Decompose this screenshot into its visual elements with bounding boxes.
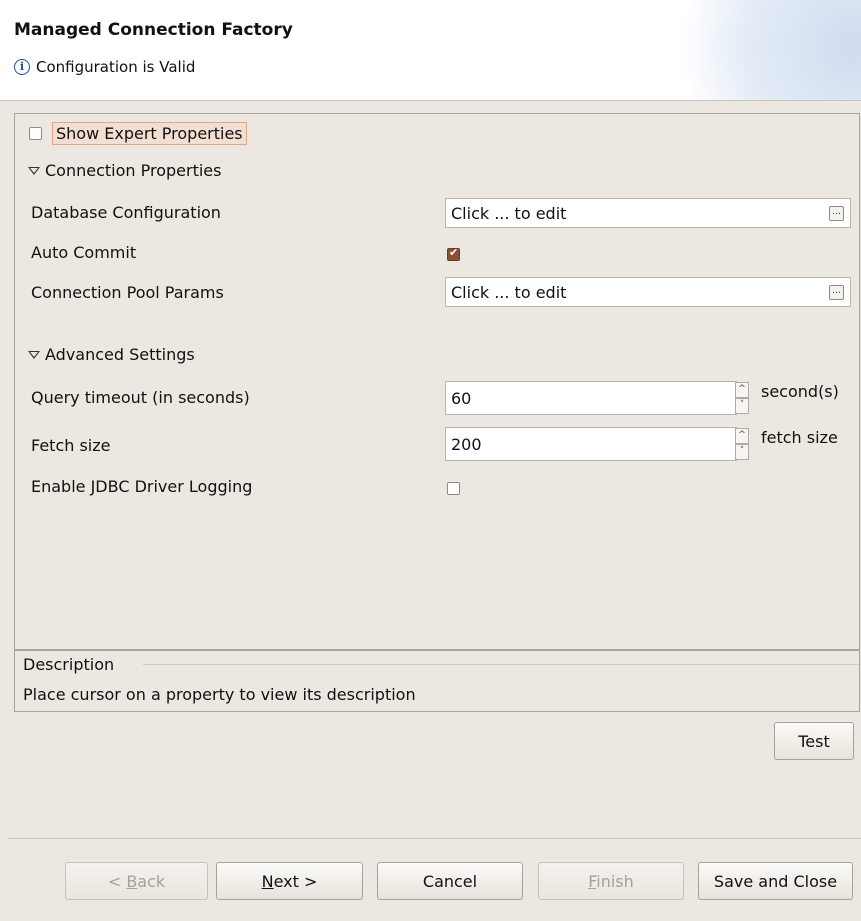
query-timeout-input[interactable]: 60 xyxy=(445,381,737,415)
section-label: Connection Properties xyxy=(45,161,222,180)
header-decoration xyxy=(671,0,861,100)
fetch-size-label: Fetch size xyxy=(31,436,111,455)
info-icon: i xyxy=(14,59,30,75)
finish-button[interactable]: Finish xyxy=(538,862,684,900)
test-button[interactable]: Test xyxy=(774,722,854,760)
cancel-button-label: Cancel xyxy=(422,871,478,891)
validation-message-text: Configuration is Valid xyxy=(36,58,196,76)
spin-up-icon[interactable]: ^ xyxy=(735,382,749,398)
cancel-button[interactable]: Cancel xyxy=(377,862,523,900)
query-timeout-value: 60 xyxy=(451,388,472,408)
description-text: Place cursor on a property to view its d… xyxy=(23,685,416,704)
fetch-size-unit: fetch size xyxy=(761,428,838,447)
expand-triangle-icon[interactable] xyxy=(27,164,41,178)
edit-ellipsis-button[interactable]: … xyxy=(829,206,844,221)
database-configuration-field[interactable]: Click ... to edit … xyxy=(445,198,851,228)
connection-pool-params-field[interactable]: Click ... to edit … xyxy=(445,277,851,307)
description-group: Description Place cursor on a property t… xyxy=(14,650,860,712)
fetch-size-spinner[interactable]: ^ ˅ xyxy=(735,428,749,460)
auto-commit-label: Auto Commit xyxy=(31,243,137,262)
query-timeout-spinner[interactable]: ^ ˅ xyxy=(735,382,749,414)
header-divider xyxy=(0,100,861,101)
back-button-label: < Back xyxy=(107,871,166,891)
finish-button-label: Finish xyxy=(588,871,634,891)
connection-pool-params-label: Connection Pool Params xyxy=(31,283,224,302)
query-timeout-label: Query timeout (in seconds) xyxy=(31,388,250,407)
auto-commit-checkbox[interactable] xyxy=(447,246,460,261)
spin-down-icon[interactable]: ˅ xyxy=(735,398,749,414)
back-button[interactable]: < Back xyxy=(65,862,208,900)
footer-divider xyxy=(8,838,861,839)
section-label: Advanced Settings xyxy=(45,345,195,364)
wizard-header: Managed Connection Factory i Configurati… xyxy=(0,0,861,100)
connection-pool-params-value: Click ... to edit xyxy=(451,282,567,302)
show-expert-checkbox[interactable] xyxy=(29,127,42,140)
save-and-close-label: Save and Close xyxy=(713,871,838,891)
query-timeout-unit: second(s) xyxy=(761,382,839,401)
fetch-size-value: 200 xyxy=(451,434,482,454)
advanced-settings-section[interactable]: Advanced Settings xyxy=(27,345,195,364)
spin-down-icon[interactable]: ˅ xyxy=(735,444,749,460)
show-expert-toggle[interactable]: Show Expert Properties xyxy=(29,122,247,145)
fetch-size-input[interactable]: 200 xyxy=(445,427,737,461)
properties-panel: Show Expert Properties Connection Proper… xyxy=(14,113,860,650)
jdbc-logging-checkbox[interactable] xyxy=(447,482,460,495)
page-title: Managed Connection Factory xyxy=(14,20,293,40)
description-title: Description xyxy=(23,655,115,674)
database-configuration-label: Database Configuration xyxy=(31,203,221,222)
test-button-label: Test xyxy=(798,731,830,751)
description-divider xyxy=(143,664,859,665)
jdbc-logging-label: Enable JDBC Driver Logging xyxy=(31,477,253,496)
save-and-close-button[interactable]: Save and Close xyxy=(698,862,853,900)
validation-message: i Configuration is Valid xyxy=(14,58,195,76)
show-expert-label[interactable]: Show Expert Properties xyxy=(52,122,247,145)
next-button-label: Next > xyxy=(261,871,318,891)
expand-triangle-icon[interactable] xyxy=(27,348,41,362)
next-button[interactable]: Next > xyxy=(216,862,363,900)
database-configuration-value: Click ... to edit xyxy=(451,203,567,223)
connection-properties-section[interactable]: Connection Properties xyxy=(27,161,221,180)
spin-up-icon[interactable]: ^ xyxy=(735,428,749,444)
edit-ellipsis-button[interactable]: … xyxy=(829,285,844,300)
